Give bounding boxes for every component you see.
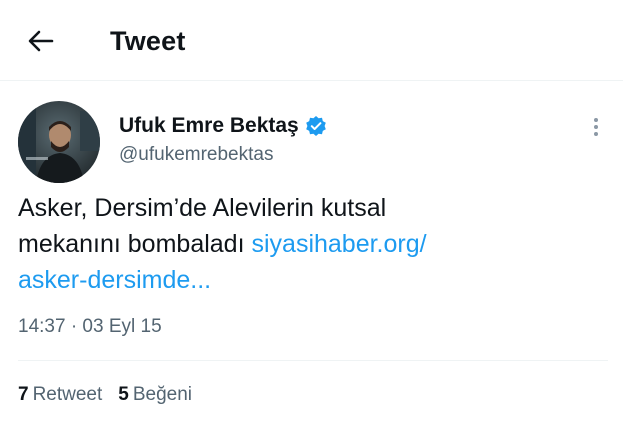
verified-badge-icon (305, 115, 327, 137)
header-bar: Tweet (0, 0, 623, 80)
tweet-link-part2: asker-dersimde... (18, 266, 212, 294)
tweet-text-line2: mekanını bombaladı (18, 230, 245, 258)
like-stat[interactable]: 5 Beğeni (118, 384, 192, 406)
more-dot-icon (594, 118, 598, 122)
header-divider (0, 80, 623, 81)
retweet-stat[interactable]: 7 Retweet (18, 384, 102, 406)
more-dot-icon (594, 125, 598, 129)
author-handle[interactable]: @ufukemrebektas (119, 144, 273, 166)
retweet-label: Retweet (32, 384, 103, 405)
tweet-text: Asker, Dersim’de Alevilerin kutsal mekan… (18, 190, 608, 298)
author-name-text: Ufuk Emre Bektaş (119, 114, 299, 137)
retweet-count: 7 (18, 384, 29, 405)
avatar-image (18, 101, 100, 183)
tweet-text-line1: Asker, Dersim’de Alevilerin kutsal (18, 194, 387, 222)
like-count: 5 (118, 384, 129, 405)
tweet-detail-page: Tweet Ufuk Emre Bektaş @ufukemrebektas A… (0, 0, 623, 432)
author-display-name[interactable]: Ufuk Emre Bektaş (119, 114, 327, 138)
tweet-timestamp[interactable]: 14:37 · 03 Eyl 15 (18, 316, 162, 338)
timestamp-divider (18, 360, 608, 361)
avatar[interactable] (18, 101, 100, 183)
like-label: Beğeni (132, 384, 193, 405)
arrow-left-icon (28, 30, 54, 52)
page-title: Tweet (110, 26, 186, 56)
tweet-link-part1: siyasihaber.org/ (251, 230, 427, 258)
back-button[interactable] (24, 26, 58, 56)
tweet-stats: 7 Retweet 5 Beğeni (18, 384, 192, 406)
more-options-button[interactable] (584, 114, 608, 140)
more-dot-icon (594, 132, 598, 136)
